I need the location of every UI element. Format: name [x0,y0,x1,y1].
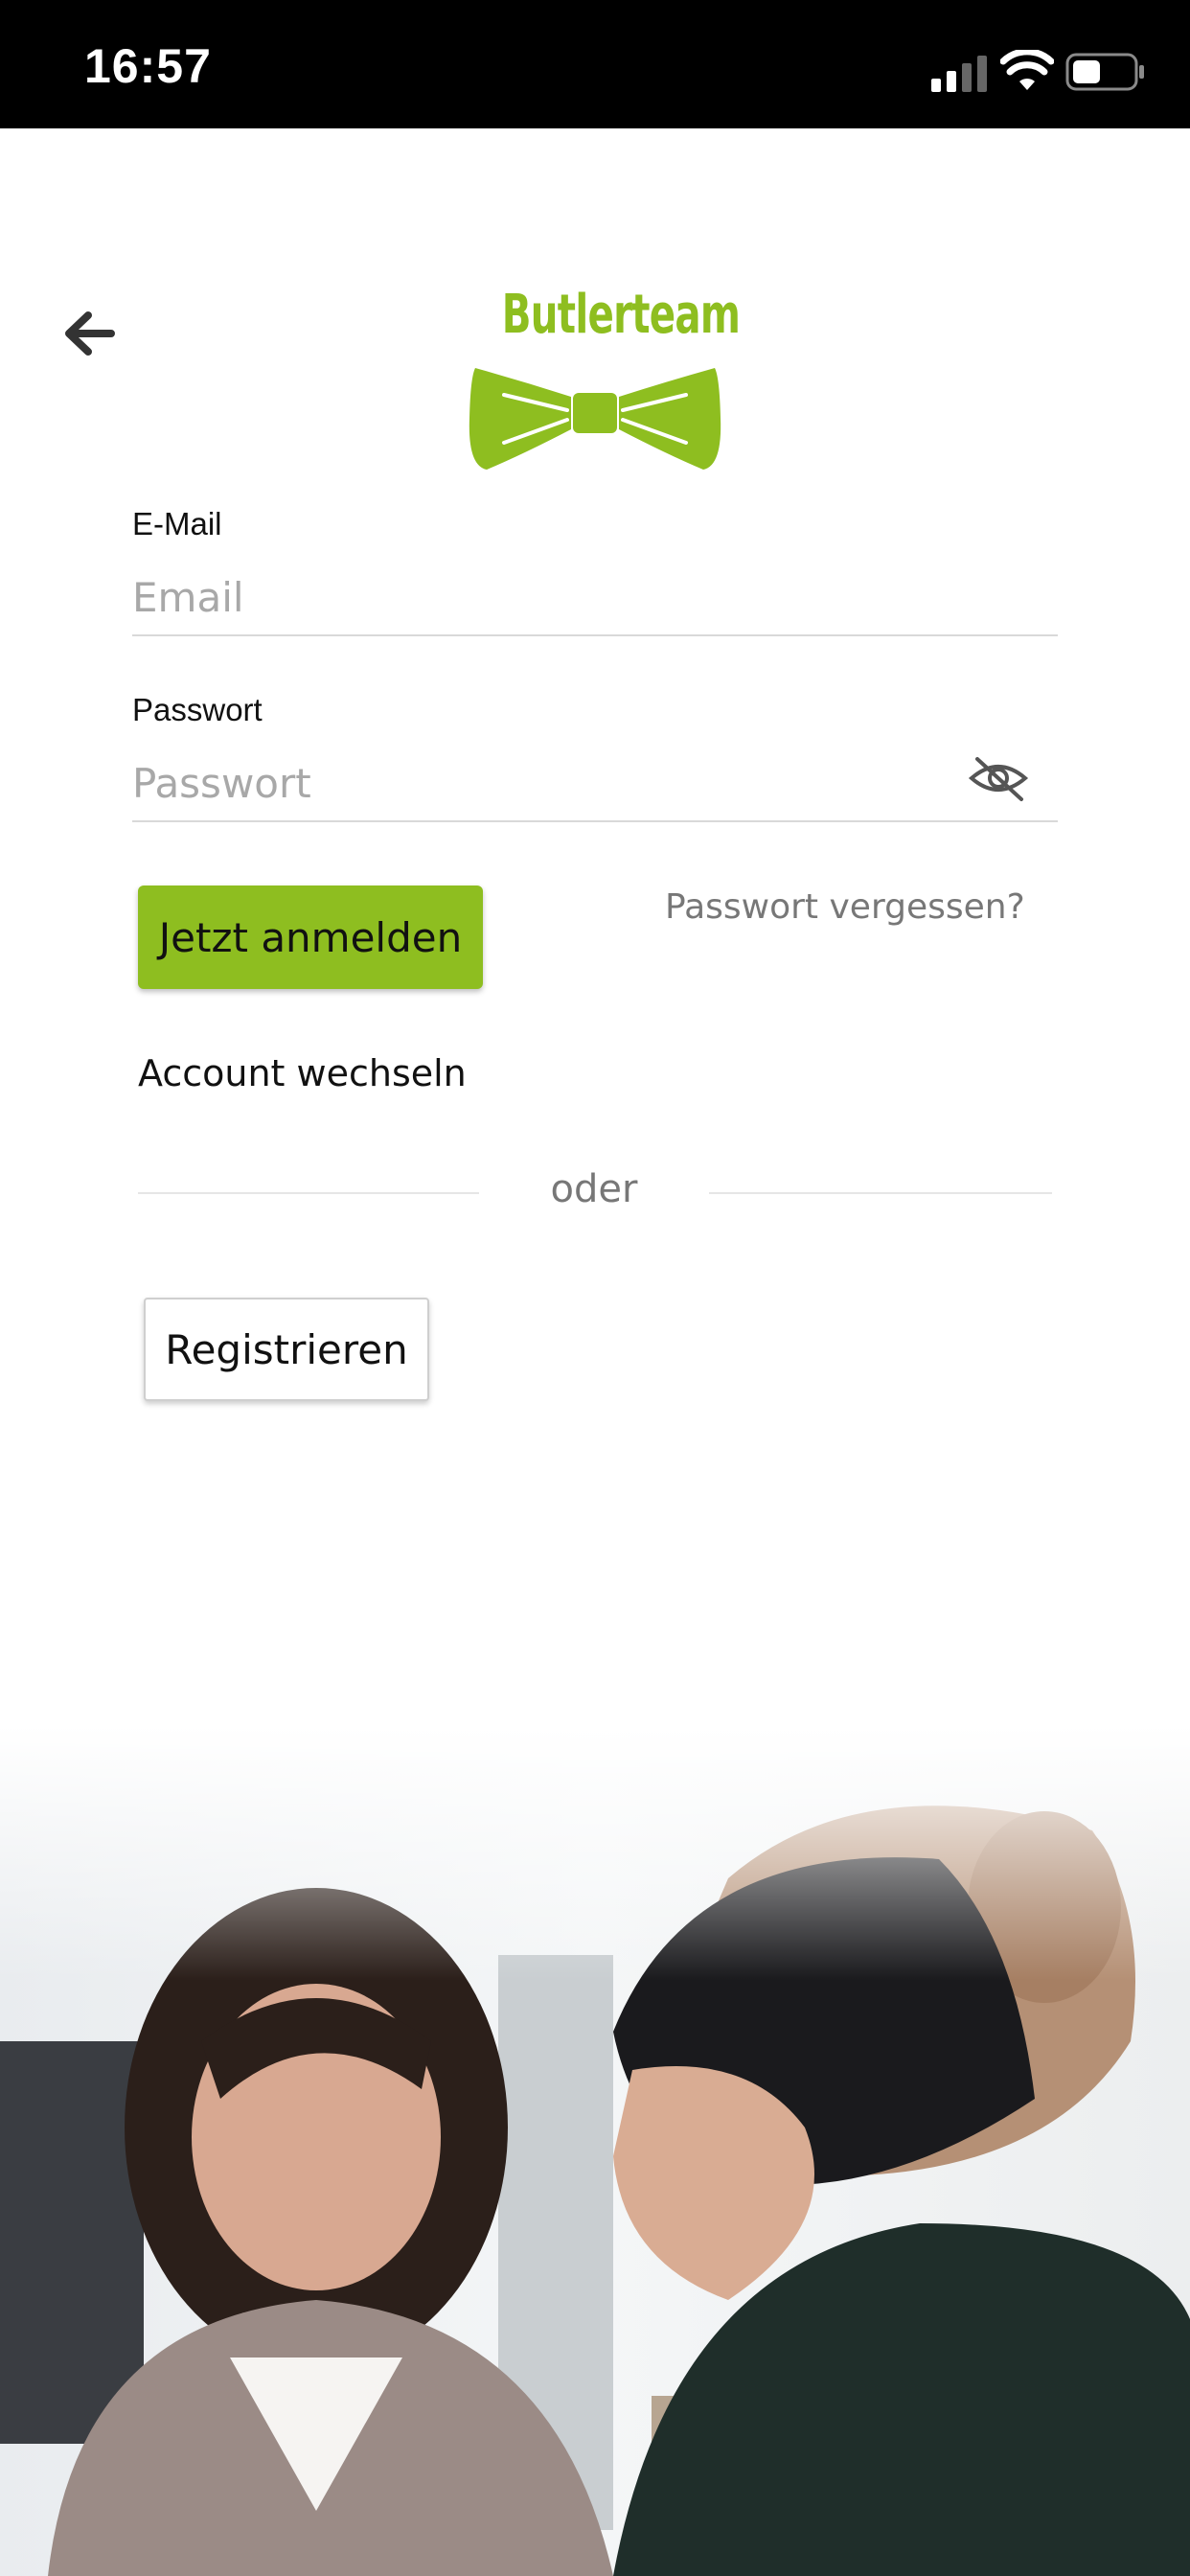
divider-line-right [709,1192,1052,1194]
password-input[interactable] [132,746,1058,822]
password-label: Passwort [132,692,263,727]
wifi-icon [1000,50,1054,90]
forgot-password-link[interactable]: Passwort vergessen? [665,887,1025,927]
signal-icon [931,56,987,92]
back-arrow-icon [65,311,115,356]
back-button[interactable] [56,305,123,362]
status-bar: 16:57 [0,0,1190,128]
logo: Butlerteam [466,284,741,475]
divider-text: oder [550,1167,638,1211]
logo-text: Butlerteam [501,284,741,346]
eye-off-icon[interactable] [968,753,1029,803]
divider-line-left [138,1192,479,1194]
status-time: 16:57 [84,39,212,93]
email-input[interactable] [132,560,1058,636]
switch-account-link[interactable]: Account wechseln [138,1052,467,1094]
email-label: E-Mail [132,506,222,541]
register-button[interactable]: Registrieren [144,1298,429,1401]
login-button[interactable]: Jetzt anmelden [138,886,483,989]
bow-tie-icon [469,368,721,470]
battery-icon [1065,53,1144,91]
hero-photo [0,1725,1190,2576]
